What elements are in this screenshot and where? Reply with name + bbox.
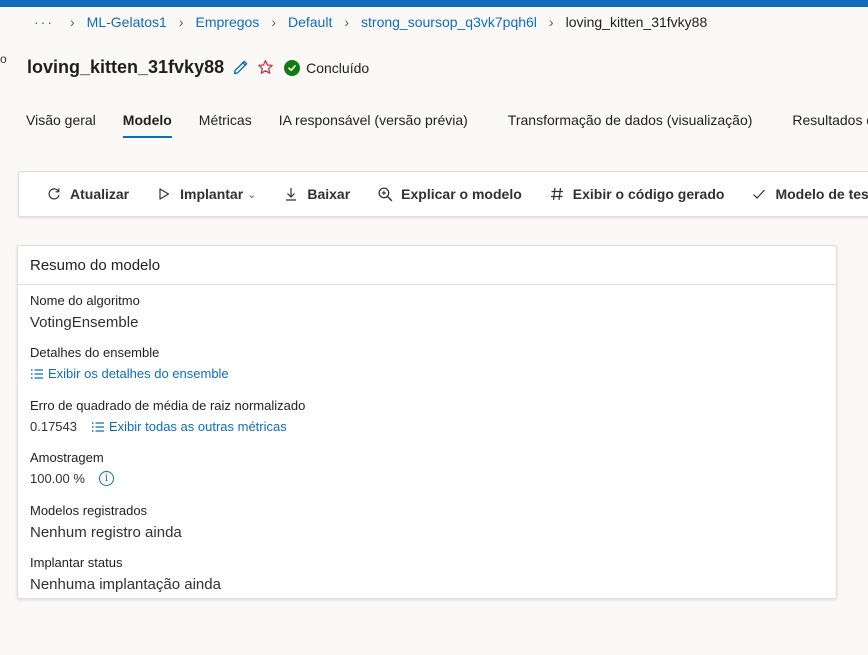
view-generated-code-button[interactable]: Exibir o código gerado — [548, 185, 725, 203]
search-icon — [376, 185, 394, 203]
tab-bar: Visão geral Modelo Métricas IA responsáv… — [26, 112, 868, 138]
edit-pencil-icon[interactable] — [232, 59, 249, 76]
metric-label: Erro de quadrado de média de raiz normal… — [30, 398, 306, 413]
all-metrics-link[interactable]: Exibir todas as outras métricas — [91, 419, 287, 434]
status-text: Concluído — [306, 59, 370, 76]
algorithm-section: Nome do algoritmo VotingEnsemble — [30, 293, 140, 333]
card-title: Resumo do modelo — [18, 246, 836, 285]
sampling-value: 100.00 % — [30, 471, 85, 486]
deploy-status-label: Implantar status — [30, 555, 123, 570]
bullet-list-icon — [91, 421, 105, 433]
registered-models-label: Modelos registrados — [30, 503, 148, 518]
check-icon — [750, 185, 768, 203]
chevron-right-icon: › — [178, 14, 184, 30]
explain-model-label: Explicar o modelo — [401, 186, 522, 202]
title-row: loving_kitten_31fvky88 Concluído — [27, 57, 369, 78]
breadcrumb-jobs[interactable]: Empregos — [196, 14, 260, 30]
model-summary-card: Resumo do modelo Nome do algoritmo Votin… — [17, 245, 837, 599]
refresh-button[interactable]: Atualizar — [45, 185, 129, 203]
command-bar: Atualizar Implantar ⌄ Baixar Explicar o … — [18, 171, 868, 217]
top-accent-bar — [0, 0, 868, 7]
breadcrumb-workspace[interactable]: ML-Gelatos1 — [87, 14, 167, 30]
all-metrics-link-text: Exibir todas as outras métricas — [109, 419, 287, 434]
tab-results[interactable]: Resultados do — [792, 112, 868, 138]
breadcrumb: ··· › ML-Gelatos1 › Empregos › Default ›… — [34, 14, 707, 30]
sampling-section: Amostragem 100.00 % i — [30, 450, 114, 486]
refresh-label: Atualizar — [70, 186, 130, 202]
ensemble-label: Detalhes do ensemble — [30, 345, 160, 360]
registered-models-section: Modelos registrados Nenhum registro aind… — [30, 503, 182, 543]
chevron-right-icon: › — [70, 14, 75, 30]
chevron-right-icon: › — [271, 14, 276, 30]
chevron-down-icon: ⌄ — [247, 188, 257, 201]
check-circle-icon — [284, 59, 301, 76]
breadcrumb-parent-job[interactable]: strong_soursop_q3vk7pqh6l — [361, 14, 537, 30]
page-title: loving_kitten_31fvky88 — [27, 57, 225, 77]
bullet-list-icon — [30, 368, 44, 380]
test-model-label: Modelo de teste — [775, 186, 868, 202]
status-badge: Concluído — [284, 59, 370, 76]
ensemble-details-link[interactable]: Exibir os detalhes do ensemble — [30, 366, 229, 381]
chevron-right-icon: › — [548, 14, 554, 30]
tab-metrics[interactable]: Métricas — [199, 112, 252, 138]
download-icon — [282, 185, 300, 203]
breadcrumb-more-button[interactable]: ··· — [34, 14, 54, 30]
favorite-star-icon[interactable] — [257, 59, 274, 76]
left-edge-text: o — [0, 52, 7, 66]
registered-models-value: Nenhum registro ainda — [30, 524, 182, 541]
refresh-icon — [45, 185, 63, 203]
metric-value: 0.17543 — [30, 419, 77, 434]
hash-icon — [548, 185, 566, 203]
tab-overview[interactable]: Visão geral — [26, 112, 96, 138]
deploy-status-value: Nenhuma implantação ainda — [30, 576, 221, 593]
chevron-right-icon: › — [344, 14, 350, 30]
breadcrumb-current: loving_kitten_31fvky88 — [565, 14, 708, 30]
info-icon[interactable]: i — [98, 471, 114, 486]
deploy-button[interactable]: Implantar ⌄ — [155, 185, 256, 203]
sampling-label: Amostragem — [30, 450, 104, 465]
breadcrumb-experiment[interactable]: Default — [288, 14, 332, 30]
test-model-button[interactable]: Modelo de teste — [750, 185, 868, 203]
deploy-label: Implantar — [180, 186, 244, 202]
tab-data-transformation[interactable]: Transformação de dados (visualização) — [508, 112, 753, 138]
tab-responsible-ai[interactable]: IA responsável (versão prévia) — [279, 112, 468, 138]
deploy-status-section: Implantar status Nenhuma implantação ain… — [30, 555, 221, 595]
download-button[interactable]: Baixar — [282, 185, 350, 203]
tab-model[interactable]: Modelo — [122, 112, 172, 138]
metric-section: Erro de quadrado de média de raiz normal… — [30, 398, 305, 434]
algorithm-value: VotingEnsemble — [30, 314, 139, 331]
play-icon — [155, 185, 173, 203]
ensemble-section: Detalhes do ensemble Exibir os detalhes … — [30, 345, 229, 381]
ensemble-details-link-text: Exibir os detalhes do ensemble — [48, 366, 229, 381]
view-generated-code-label: Exibir o código gerado — [572, 186, 725, 202]
algorithm-label: Nome do algoritmo — [30, 293, 140, 308]
download-label: Baixar — [307, 186, 351, 202]
explain-model-button[interactable]: Explicar o modelo — [376, 185, 522, 203]
